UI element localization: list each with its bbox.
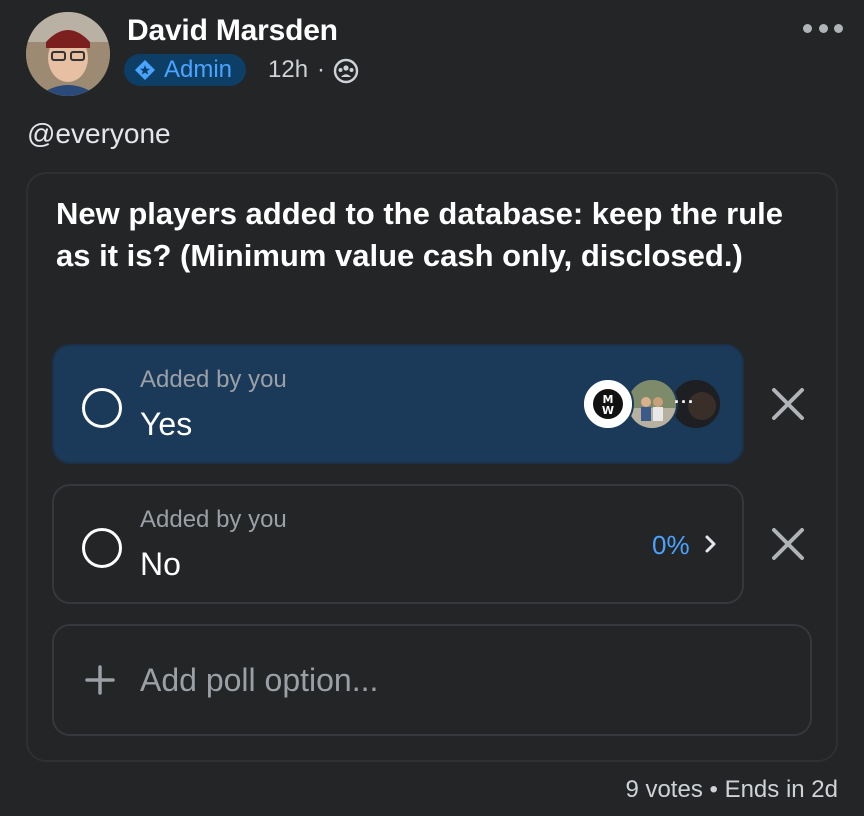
more-dots-icon <box>803 23 812 33</box>
poll-option-no[interactable]: Added by you No 0% <box>52 484 744 604</box>
close-icon[interactable] <box>768 524 808 564</box>
author-avatar[interactable] <box>26 12 110 96</box>
chevron-right-icon <box>705 535 716 553</box>
footer-bullet: • <box>709 776 718 803</box>
more-options-button[interactable] <box>803 18 843 38</box>
option-added-by: Added by you <box>140 366 287 393</box>
plus-icon <box>85 665 115 695</box>
post-time[interactable]: 12h <box>268 56 308 84</box>
add-poll-option-button[interactable]: Add poll option... <box>52 624 812 736</box>
group-icon <box>333 58 359 84</box>
more-voters-indicator: ··· <box>674 392 695 412</box>
vote-count[interactable]: 9 votes <box>625 776 702 803</box>
meta-separator: · <box>317 56 325 83</box>
poll-ends: Ends in 2d <box>724 776 838 803</box>
voter-avatar: M W <box>582 378 634 430</box>
poll-question: New players added to the database: keep … <box>56 196 784 273</box>
option-label: Yes <box>140 406 193 442</box>
poll-footer: 9 votes • Ends in 2d <box>625 776 838 804</box>
close-icon[interactable] <box>768 384 808 424</box>
admin-badge: Admin <box>124 54 247 86</box>
option-percent[interactable]: 0% <box>652 530 690 561</box>
post-text: @everyone <box>27 118 171 149</box>
admin-badge-label: Admin <box>164 56 233 83</box>
option-radio[interactable] <box>82 388 122 428</box>
option-radio[interactable] <box>82 528 122 568</box>
option-added-by: Added by you <box>140 506 287 533</box>
shield-star-icon <box>135 60 155 80</box>
author-name[interactable]: David Marsden <box>127 14 338 48</box>
add-poll-option-label: Add poll option... <box>140 662 379 698</box>
voter-avatars[interactable]: M W ··· <box>582 378 722 432</box>
option-label: No <box>140 546 181 582</box>
poll-option-yes[interactable]: Added by you Yes M W ··· <box>52 344 744 464</box>
svg-text:W: W <box>602 404 614 417</box>
